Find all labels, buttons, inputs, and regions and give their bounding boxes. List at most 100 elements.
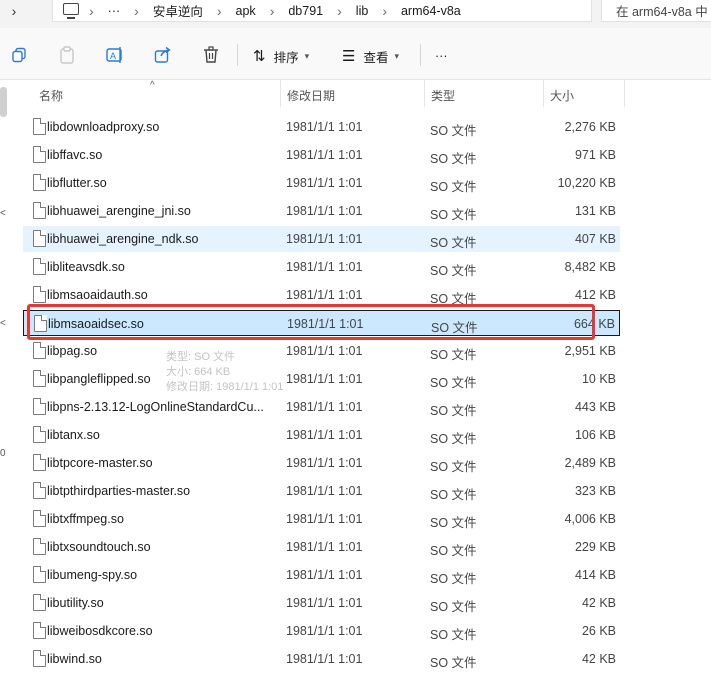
file-size: 4,006 KB	[564, 512, 616, 526]
file-type: SO 文件	[430, 432, 477, 446]
chevron-right-icon[interactable]: ›	[270, 3, 275, 19]
file-type: SO 文件	[430, 236, 477, 250]
file-size: 323 KB	[574, 484, 616, 498]
file-icon	[33, 566, 46, 583]
file-size: 2,276 KB	[564, 120, 616, 134]
file-row[interactable]: libwind.so 1981/1/1 1:01 SO 文件 42 KB	[23, 646, 620, 672]
file-type: SO 文件	[430, 404, 477, 418]
file-name: libdownloadproxy.so	[47, 120, 160, 134]
column-divider[interactable]	[543, 80, 544, 107]
file-row[interactable]: libpns-2.13.12-LogOnlineStandardCu... 198…	[23, 394, 620, 420]
column-divider[interactable]	[280, 80, 281, 107]
breadcrumb-item[interactable]: db791	[288, 4, 323, 18]
file-row[interactable]: libpangleflipped.so 1981/1/1 1:01 SO 文件 10 …	[23, 366, 620, 392]
file-date: 1981/1/1 1:01	[286, 176, 363, 190]
chevron-right-icon[interactable]: ›	[337, 3, 342, 19]
breadcrumb-item-current[interactable]: arm64-v8a	[401, 4, 461, 18]
file-size: 10 KB	[581, 372, 616, 386]
chevron-right-icon[interactable]: ›	[382, 3, 387, 19]
file-name: libutility.so	[47, 596, 104, 610]
file-row[interactable]: libtxsoundtouch.so 1981/1/1 1:01 SO 文件 229 …	[23, 534, 620, 560]
chevron-right-icon[interactable]: ›	[134, 3, 139, 19]
sort-button[interactable]: ⇅ 排序 ▾	[253, 47, 309, 65]
rename-icon[interactable]: A	[106, 46, 124, 64]
column-divider[interactable]	[424, 80, 425, 107]
column-divider[interactable]	[624, 80, 625, 107]
delete-icon[interactable]	[202, 46, 220, 64]
sort-ascending-icon: ^	[150, 80, 155, 91]
file-name: libumeng-spy.so	[47, 568, 138, 582]
chevron-right-icon[interactable]: ›	[89, 3, 94, 19]
file-row[interactable]: libdownloadproxy.so 1981/1/1 1:01 SO 文件 2,2…	[23, 114, 620, 140]
share-icon[interactable]	[154, 46, 172, 64]
file-size: 42 KB	[581, 652, 616, 666]
file-icon	[33, 118, 46, 135]
tooltip-type: 类型: SO 文件	[166, 351, 236, 363]
tooltip-date: 修改日期: 1981/1/1 1:01	[166, 381, 284, 393]
file-row[interactable]: libumeng-spy.so 1981/1/1 1:01 SO 文件 414 KB	[23, 562, 620, 588]
file-type: SO 文件	[430, 516, 477, 530]
this-pc-icon[interactable]	[63, 3, 79, 19]
left-edge-fragment: <	[0, 318, 6, 329]
file-type: SO 文件	[430, 348, 477, 362]
file-row[interactable]: libffavc.so 1981/1/1 1:01 SO 文件 971 KB	[23, 142, 620, 168]
file-row[interactable]: libpag.so 1981/1/1 1:01 SO 文件 2,951 KB	[23, 338, 620, 364]
file-row[interactable]: libtpcore-master.so 1981/1/1 1:01 SO 文件 2,4…	[23, 450, 620, 476]
file-name: libmsaoaidauth.so	[47, 288, 148, 302]
file-type: SO 文件	[430, 124, 477, 138]
file-row[interactable]: libweibosdkcore.so 1981/1/1 1:01 SO 文件 26 K…	[23, 618, 620, 644]
breadcrumb-item[interactable]: 安卓逆向	[153, 1, 203, 20]
file-type: SO 文件	[430, 600, 477, 614]
breadcrumb-item[interactable]: apk	[236, 4, 256, 18]
breadcrumb-item[interactable]: lib	[356, 4, 369, 18]
file-icon	[33, 258, 46, 275]
file-row[interactable]: libtpthirdparties-master.so 1981/1/1 1:01…	[23, 478, 620, 504]
file-size: 412 KB	[574, 288, 616, 302]
copy-icon[interactable]	[10, 46, 28, 64]
file-size: 971 KB	[574, 148, 616, 162]
view-button[interactable]: ☰ 查看 ▾	[342, 47, 399, 65]
paste-icon[interactable]	[58, 46, 76, 64]
file-row[interactable]: libhuawei_arengine_jni.so 1981/1/1 1:01 SO…	[23, 198, 620, 224]
file-row[interactable]: libliteavsdk.so 1981/1/1 1:01 SO 文件 8,482 K…	[23, 254, 620, 280]
column-date[interactable]: 修改日期	[287, 87, 335, 104]
file-name: libflutter.so	[47, 176, 107, 190]
file-type: SO 文件	[430, 180, 477, 194]
file-icon	[33, 342, 46, 359]
file-date: 1981/1/1 1:01	[286, 288, 363, 302]
back-chevron-icon[interactable]: ›	[0, 0, 28, 22]
breadcrumb[interactable]: › ··· › 安卓逆向 › apk › db791 › lib › arm64…	[52, 0, 592, 22]
file-date: 1981/1/1 1:01	[286, 596, 363, 610]
more-locations-button[interactable]: ···	[108, 4, 121, 18]
more-options-button[interactable]: ···	[435, 47, 448, 65]
file-type: SO 文件	[430, 460, 477, 474]
file-date: 1981/1/1 1:01	[286, 428, 363, 442]
file-icon	[33, 398, 46, 415]
search-input[interactable]: 在 arm64-v8a 中	[601, 0, 711, 22]
file-date: 1981/1/1 1:01	[286, 400, 363, 414]
file-row[interactable]: libtanx.so 1981/1/1 1:01 SO 文件 106 KB	[23, 422, 620, 448]
file-row[interactable]: libtxffmpeg.so 1981/1/1 1:01 SO 文件 4,006 KB	[23, 506, 620, 532]
file-name: libwind.so	[47, 652, 102, 666]
file-date: 1981/1/1 1:01	[286, 148, 363, 162]
file-icon	[33, 146, 46, 163]
column-size[interactable]: 大小	[550, 87, 574, 104]
file-row[interactable]: libflutter.so 1981/1/1 1:01 SO 文件 10,220 KB	[23, 170, 620, 196]
chevron-right-icon[interactable]: ›	[217, 3, 222, 19]
file-date: 1981/1/1 1:01	[286, 120, 363, 134]
file-row[interactable]: libhuawei_arengine_ndk.so 1981/1/1 1:01 SO…	[23, 226, 620, 252]
file-row[interactable]: libutility.so 1981/1/1 1:01 SO 文件 42 KB	[23, 590, 620, 616]
tooltip-size: 大小: 664 KB	[166, 366, 231, 378]
file-date: 1981/1/1 1:01	[286, 484, 363, 498]
column-name[interactable]: 名称	[39, 87, 63, 104]
scrollbar-thumb[interactable]	[0, 87, 7, 117]
file-type: SO 文件	[430, 628, 477, 642]
file-name: libtanx.so	[47, 428, 100, 442]
column-type[interactable]: 类型	[431, 87, 455, 104]
file-type: SO 文件	[430, 572, 477, 586]
file-date: 1981/1/1 1:01	[286, 512, 363, 526]
file-icon	[33, 594, 46, 611]
address-bar: › › ··· › 安卓逆向 › apk › db791 › lib › arm…	[0, 0, 711, 28]
file-size: 106 KB	[574, 428, 616, 442]
file-icon	[33, 650, 46, 667]
